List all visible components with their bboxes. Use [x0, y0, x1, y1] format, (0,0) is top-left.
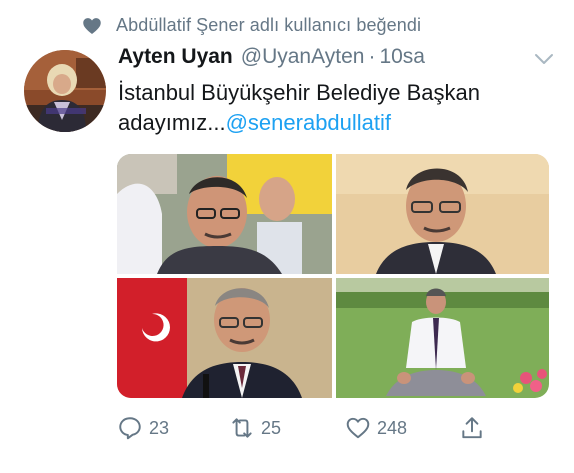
- tweet-header: Ayten Uyan @UyanAyten · 10sa: [118, 45, 425, 69]
- photo-1[interactable]: [117, 154, 332, 274]
- social-context-text: Abdüllatif Şener adlı kullanıcı beğendi: [116, 15, 422, 35]
- reply-button[interactable]: 23: [117, 415, 169, 441]
- social-context: Abdüllatif Şener adlı kullanıcı beğendi: [82, 15, 421, 36]
- retweet-count: 25: [261, 417, 282, 438]
- like-icon: [346, 417, 370, 439]
- retweet-icon: [232, 418, 252, 438]
- retweet-button[interactable]: 25: [229, 415, 281, 441]
- tweet[interactable]: Abdüllatif Şener adlı kullanıcı beğendi …: [0, 0, 574, 473]
- mention-link[interactable]: @senerabdullatif: [226, 110, 391, 135]
- heart-icon: [83, 17, 101, 34]
- photo-3[interactable]: [117, 278, 332, 398]
- chevron-down-icon[interactable]: [534, 52, 554, 66]
- avatar[interactable]: [24, 50, 106, 132]
- display-name[interactable]: Ayten Uyan: [118, 45, 233, 69]
- like-count: 248: [377, 417, 408, 438]
- like-button[interactable]: 248: [345, 415, 407, 441]
- share-icon: [462, 417, 482, 439]
- media-grid: [117, 154, 549, 398]
- photo-4[interactable]: [336, 278, 549, 398]
- reply-icon: [119, 417, 141, 440]
- separator: ·: [368, 45, 376, 68]
- timestamp[interactable]: 10sa: [379, 45, 425, 69]
- tweet-text: İstanbul Büyükşehir Belediye Başkan aday…: [118, 78, 558, 138]
- user-handle[interactable]: @UyanAyten: [241, 45, 365, 69]
- reply-count: 23: [149, 417, 170, 438]
- photo-2[interactable]: [336, 154, 549, 274]
- share-button[interactable]: [459, 415, 491, 441]
- tweet-actions: 23 25 248: [117, 415, 497, 445]
